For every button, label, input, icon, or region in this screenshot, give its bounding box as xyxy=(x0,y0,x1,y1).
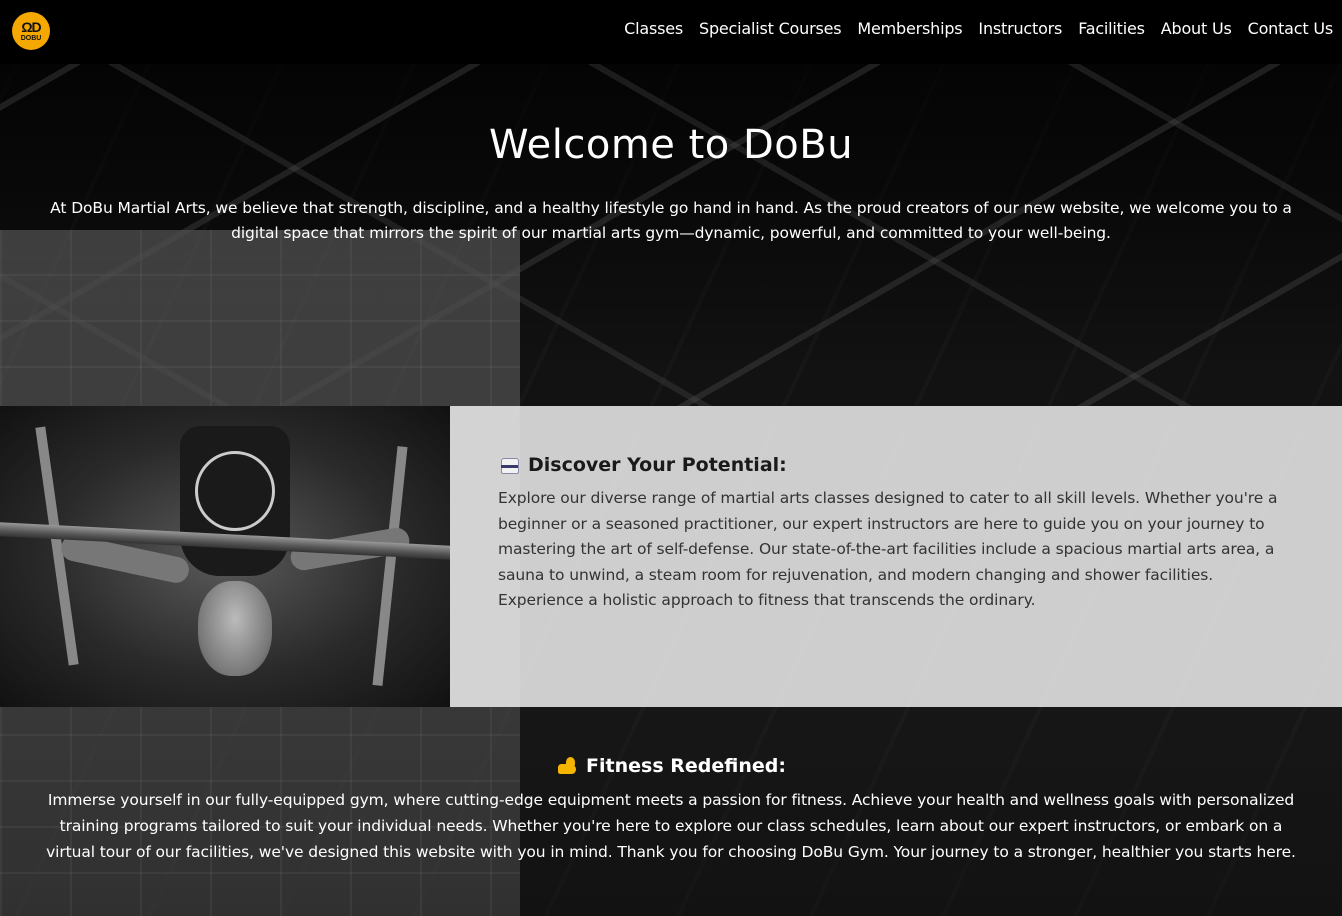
fitness-text: Immerse yourself in our fully-equipped g… xyxy=(46,791,1296,861)
nav-contact-us[interactable]: Contact Us xyxy=(1248,19,1334,38)
nav-facilities[interactable]: Facilities xyxy=(1078,19,1145,38)
photo-rack-right xyxy=(372,446,408,686)
discover-heading: Discover Your Potential: xyxy=(498,454,1302,476)
main-nav: Classes Specialist Courses Memberships I… xyxy=(624,19,1333,38)
discover-text: Explore our diverse range of martial art… xyxy=(498,489,1278,609)
logo-word: DOBU xyxy=(20,35,42,42)
fitness-heading: Fitness Redefined: xyxy=(556,755,786,777)
nav-classes[interactable]: Classes xyxy=(624,19,683,38)
discover-heading-text: Discover Your Potential: xyxy=(528,454,787,476)
hero-text: At DoBu Martial Arts, we believe that st… xyxy=(50,199,1292,242)
page-title: Welcome to DoBu xyxy=(488,122,854,168)
photo-head xyxy=(198,581,272,676)
site-header: ΩD DOBU Classes Specialist Courses Membe… xyxy=(0,0,1342,64)
discover-panel: Discover Your Potential: Explore our div… xyxy=(450,406,1342,707)
martial-arts-uniform-icon xyxy=(498,456,520,474)
nav-instructors[interactable]: Instructors xyxy=(978,19,1062,38)
dobu-logo[interactable]: ΩD DOBU xyxy=(12,12,50,50)
photo-shirt-emblem xyxy=(195,451,275,531)
discover-section: Discover Your Potential: Explore our div… xyxy=(0,406,1342,707)
bench-press-photo xyxy=(0,406,450,707)
flexed-biceps-icon xyxy=(556,756,578,776)
logo-mark: ΩD xyxy=(21,19,41,35)
nav-memberships[interactable]: Memberships xyxy=(857,19,962,38)
fitness-section: Fitness Redefined: Immerse yourself in o… xyxy=(0,707,1342,916)
nav-specialist-courses[interactable]: Specialist Courses xyxy=(699,19,842,38)
fitness-heading-text: Fitness Redefined: xyxy=(586,755,786,777)
hero-section: Welcome to DoBu At DoBu Martial Arts, we… xyxy=(0,64,1342,406)
nav-about-us[interactable]: About Us xyxy=(1161,19,1232,38)
